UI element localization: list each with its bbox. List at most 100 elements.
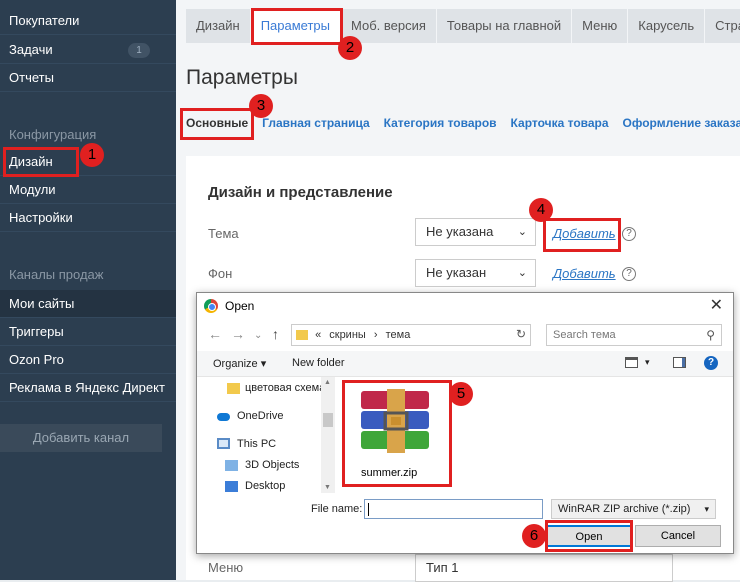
3d-objects-icon (225, 460, 238, 471)
background-select-value: Не указан (426, 265, 487, 280)
desktop-icon (225, 481, 238, 492)
highlight-add-link (543, 218, 621, 252)
menu-select[interactable]: Тип 1 (415, 554, 673, 582)
organize-label: Organize (213, 358, 258, 370)
highlight-main-subtab (180, 108, 254, 140)
tree-item-this-pc[interactable]: This PC (237, 438, 276, 450)
tree-item-3d-objects[interactable]: 3D Objects (245, 459, 299, 471)
sidebar-item-modules[interactable]: Модули (0, 176, 176, 204)
scroll-up-icon[interactable]: ▲ (324, 379, 331, 386)
highlight-parameters-tab (251, 8, 343, 45)
sidebar-section-channels: Каналы продаж (9, 267, 104, 282)
open-file-dialog: Open ✕ ← → ⌄ ↑ « скрины › тема ↻ Search … (196, 292, 734, 554)
subtab-category[interactable]: Категория товаров (384, 116, 497, 130)
tree-item-color-scheme[interactable]: цветовая схема (245, 382, 325, 394)
dialog-title: Open (225, 299, 255, 313)
search-placeholder: Search тема (553, 329, 616, 341)
sidebar-item-reports[interactable]: Отчеты (0, 64, 176, 92)
folder-icon (296, 330, 308, 341)
tab-pages[interactable]: Стран (705, 9, 740, 43)
recent-chevron-icon[interactable]: ⌄ (254, 330, 262, 341)
tree-item-desktop[interactable]: Desktop (245, 480, 285, 492)
background-label: Фон (208, 266, 233, 281)
nav-tree: цветовая схема OneDrive This PC 3D Objec… (197, 377, 335, 493)
folder-icon (227, 383, 240, 394)
background-add-link[interactable]: Добавить (553, 266, 616, 281)
menu-row: Меню Тип 1 (186, 554, 740, 582)
organize-button[interactable]: Organize ▾ (213, 357, 266, 370)
onedrive-icon (217, 413, 230, 421)
up-arrow-icon[interactable]: ↑ (272, 326, 279, 342)
close-icon[interactable]: ✕ (710, 295, 723, 315)
breadcrumb-prefix: « (315, 329, 322, 341)
sidebar-item-settings[interactable]: Настройки (0, 204, 176, 232)
breadcrumb-item[interactable]: скрины (329, 329, 366, 341)
tree-item-onedrive[interactable]: OneDrive (237, 410, 283, 422)
refresh-icon[interactable]: ↻ (516, 327, 526, 341)
sidebar-item-ozon[interactable]: Ozon Pro (0, 346, 176, 374)
search-icon: ⚲ (706, 328, 715, 342)
menu-label: Меню (208, 560, 244, 575)
subtab-product-card[interactable]: Карточка товара (511, 116, 609, 130)
annotation-badge: 2 (338, 36, 362, 60)
page-title: Параметры (186, 66, 298, 89)
view-options-icon[interactable] (625, 357, 638, 368)
scrollbar-thumb[interactable] (323, 413, 333, 427)
tab-menu[interactable]: Меню (572, 9, 629, 43)
tab-carousel[interactable]: Карусель (628, 9, 706, 43)
scroll-down-icon[interactable]: ▼ (324, 484, 331, 491)
filetype-select[interactable]: WinRAR ZIP archive (*.zip) ▾ (551, 499, 716, 519)
chrome-icon (204, 299, 218, 313)
sidebar-item-triggers[interactable]: Триггеры (0, 318, 176, 346)
preview-pane-icon[interactable] (673, 357, 686, 368)
highlight-design (3, 147, 79, 177)
add-channel-button[interactable]: Добавить канал (0, 424, 162, 452)
back-arrow-icon[interactable]: ← (208, 326, 222, 342)
annotation-badge: 5 (449, 382, 473, 406)
view-chevron-icon[interactable]: ▾ (645, 357, 650, 368)
text-caret (368, 503, 369, 516)
cancel-button[interactable]: Cancel (635, 525, 721, 547)
background-select[interactable]: Не указан ⌄ (415, 259, 536, 287)
this-pc-icon (217, 438, 230, 449)
annotation-badge: 6 (522, 524, 546, 548)
sub-tabs: Основные Главная страница Категория това… (182, 116, 740, 130)
new-folder-button[interactable]: New folder (292, 357, 345, 369)
annotation-badge: 1 (80, 143, 104, 167)
menu-select-value: Тип 1 (426, 560, 459, 575)
subtab-checkout[interactable]: Оформление заказа (623, 116, 740, 130)
sidebar-item-tasks[interactable]: Задачи 1 (0, 36, 176, 64)
filetype-value: WinRAR ZIP archive (*.zip) (558, 503, 691, 515)
chevron-down-icon: ⌄ (517, 267, 527, 279)
theme-select[interactable]: Не указана ⌄ (415, 218, 536, 246)
address-bar[interactable]: « скрины › тема (291, 324, 531, 346)
tab-home-products[interactable]: Товары на главной (436, 9, 573, 43)
sidebar-item-customers[interactable]: Покупатели (0, 7, 176, 35)
annotation-badge: 4 (529, 198, 553, 222)
chevron-down-icon: ▾ (704, 504, 709, 514)
panel-title: Дизайн и представление (208, 184, 393, 201)
sidebar-item-yandex-direct[interactable]: Реклама в Яндекс Директ (0, 374, 176, 402)
filename-input[interactable] (364, 499, 543, 519)
annotation-badge: 3 (249, 94, 273, 118)
help-icon[interactable]: ? (704, 356, 718, 370)
chevron-down-icon: ⌄ (517, 226, 527, 238)
dialog-toolbar: Organize ▾ New folder ▾ ? (197, 351, 733, 377)
forward-arrow-icon[interactable]: → (231, 326, 245, 342)
breadcrumb-item[interactable]: тема (386, 329, 411, 341)
highlight-open-button (545, 520, 633, 552)
tab-design[interactable]: Дизайн (186, 9, 251, 43)
theme-select-value: Не указана (426, 224, 494, 239)
sidebar-item-my-sites[interactable]: Мои сайты (0, 290, 176, 318)
theme-label: Тема (208, 226, 239, 241)
search-input[interactable]: Search тема ⚲ (546, 324, 722, 346)
breadcrumb-separator: › (373, 329, 378, 341)
help-icon[interactable]: ? (622, 227, 636, 241)
sidebar-item-label: Задачи (9, 42, 53, 57)
tree-scrollbar[interactable]: ▲ ▼ (321, 377, 335, 493)
highlight-file (342, 380, 452, 487)
help-icon[interactable]: ? (622, 267, 636, 281)
tasks-count-badge: 1 (128, 43, 150, 58)
subtab-home-page[interactable]: Главная страница (262, 116, 370, 130)
sidebar: Покупатели Задачи 1 Отчеты Конфигурация … (0, 0, 176, 580)
